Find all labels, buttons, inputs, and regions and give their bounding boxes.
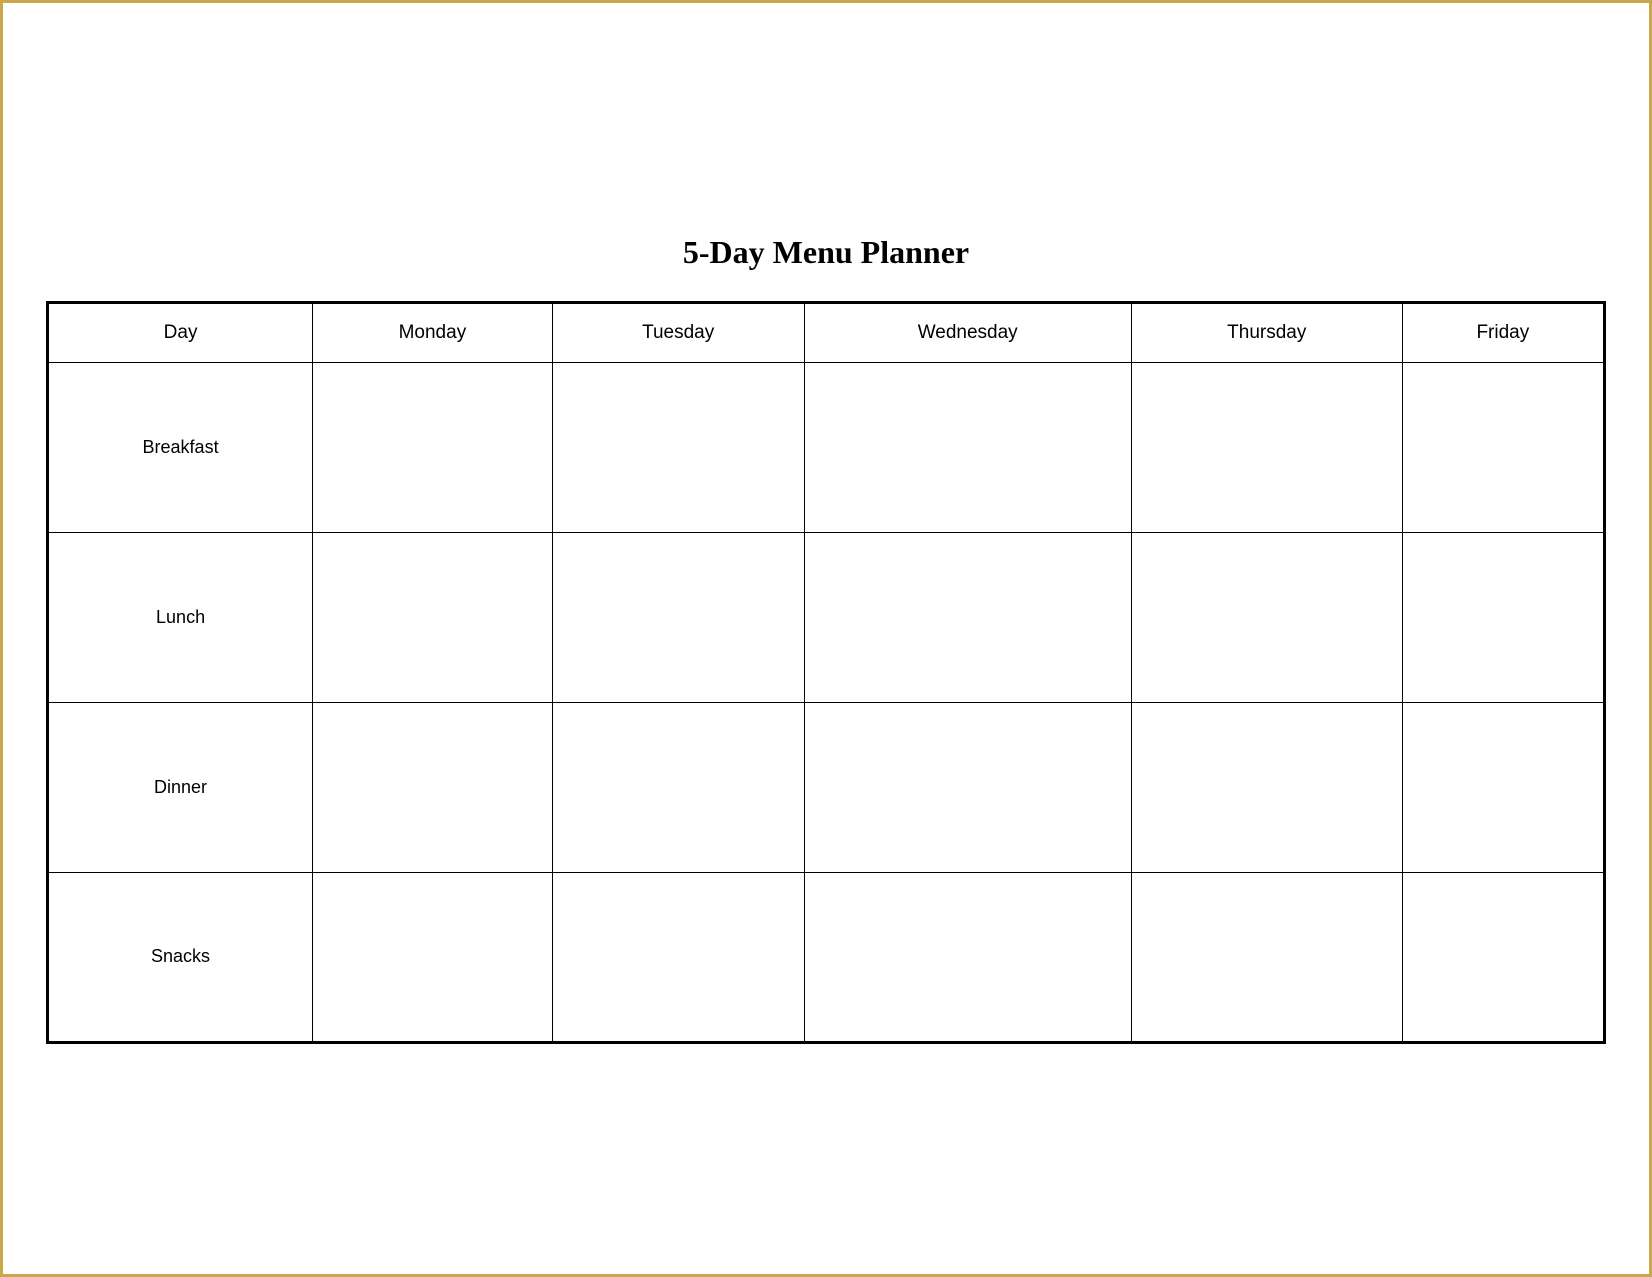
table-row: Snacks	[48, 872, 1605, 1042]
cell-breakfast-2[interactable]	[804, 362, 1131, 532]
cell-snacks-2[interactable]	[804, 872, 1131, 1042]
page-title: 5-Day Menu Planner	[683, 234, 969, 271]
cell-lunch-4[interactable]	[1402, 532, 1604, 702]
table-row: Dinner	[48, 702, 1605, 872]
cell-snacks-1[interactable]	[552, 872, 804, 1042]
planner-table: Day Monday Tuesday Wednesday Thursday Fr…	[46, 301, 1606, 1044]
col-header-wednesday: Wednesday	[804, 302, 1131, 362]
cell-dinner-0[interactable]	[313, 702, 553, 872]
cell-snacks-4[interactable]	[1402, 872, 1604, 1042]
col-header-friday: Friday	[1402, 302, 1604, 362]
cell-breakfast-4[interactable]	[1402, 362, 1604, 532]
cell-breakfast-0[interactable]	[313, 362, 553, 532]
cell-lunch-1[interactable]	[552, 532, 804, 702]
cell-dinner-1[interactable]	[552, 702, 804, 872]
meal-label-dinner: Dinner	[48, 702, 313, 872]
col-header-monday: Monday	[313, 302, 553, 362]
col-header-tuesday: Tuesday	[552, 302, 804, 362]
meal-label-snacks: Snacks	[48, 872, 313, 1042]
page-container: 5-Day Menu Planner Day Monday Tuesday We…	[46, 234, 1606, 1044]
table-row: Breakfast	[48, 362, 1605, 532]
cell-dinner-2[interactable]	[804, 702, 1131, 872]
cell-snacks-3[interactable]	[1131, 872, 1402, 1042]
table-row: Lunch	[48, 532, 1605, 702]
header-row: Day Monday Tuesday Wednesday Thursday Fr…	[48, 302, 1605, 362]
cell-breakfast-3[interactable]	[1131, 362, 1402, 532]
cell-breakfast-1[interactable]	[552, 362, 804, 532]
col-header-thursday: Thursday	[1131, 302, 1402, 362]
meal-label-breakfast: Breakfast	[48, 362, 313, 532]
cell-lunch-2[interactable]	[804, 532, 1131, 702]
cell-dinner-3[interactable]	[1131, 702, 1402, 872]
cell-snacks-0[interactable]	[313, 872, 553, 1042]
meal-label-lunch: Lunch	[48, 532, 313, 702]
cell-dinner-4[interactable]	[1402, 702, 1604, 872]
col-header-day: Day	[48, 302, 313, 362]
cell-lunch-3[interactable]	[1131, 532, 1402, 702]
cell-lunch-0[interactable]	[313, 532, 553, 702]
